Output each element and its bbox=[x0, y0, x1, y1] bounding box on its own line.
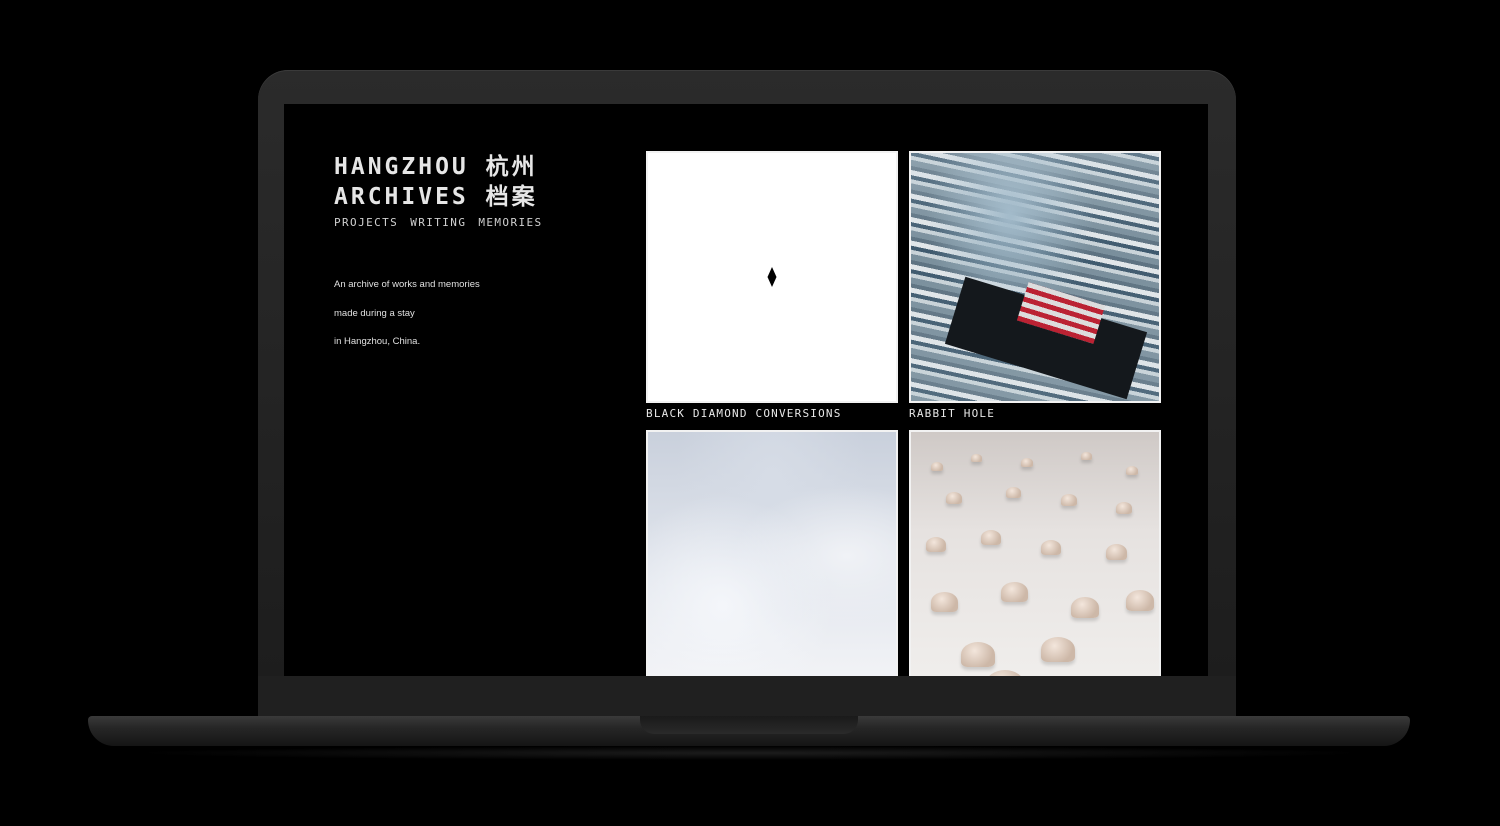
helmet-image bbox=[931, 462, 943, 471]
helmet-image bbox=[1061, 494, 1077, 506]
helmet-image bbox=[926, 537, 946, 552]
laptop-shadow bbox=[130, 746, 1370, 760]
project-card-clouds[interactable] bbox=[646, 430, 898, 676]
helmet-image bbox=[1116, 502, 1132, 514]
nav-item-memories[interactable]: MEMORIES bbox=[478, 216, 542, 229]
project-card-rabbit-hole[interactable]: RABBIT HOLE bbox=[909, 151, 1161, 420]
helmet-image bbox=[981, 530, 1001, 545]
project-thumbnail[interactable] bbox=[646, 151, 898, 403]
intro-line: An archive of works and memories bbox=[334, 279, 480, 290]
helmet-image bbox=[946, 492, 962, 504]
helmet-image bbox=[961, 642, 995, 667]
helmet-image bbox=[1041, 637, 1075, 662]
helmet-image bbox=[1021, 458, 1033, 467]
project-title[interactable]: RABBIT HOLE bbox=[909, 407, 1161, 420]
main-nav: PROJECTS WRITING MEMORIES bbox=[334, 216, 543, 229]
helmet-image bbox=[986, 670, 1024, 676]
laptop-notch bbox=[640, 716, 858, 734]
project-title[interactable]: BLACK DIAMOND CONVERSIONS bbox=[646, 407, 898, 420]
project-thumbnail[interactable] bbox=[909, 151, 1161, 403]
helmet-image bbox=[971, 454, 982, 462]
project-thumbnail[interactable] bbox=[646, 430, 898, 676]
site-title[interactable]: HANGZHOU 杭州 ARCHIVES 档案 bbox=[334, 152, 538, 212]
black-diamond-icon bbox=[767, 267, 777, 287]
helmet-image bbox=[1081, 452, 1092, 460]
nav-item-projects[interactable]: PROJECTS bbox=[334, 216, 398, 229]
helmet-image bbox=[1001, 582, 1028, 602]
site-title-line-2: ARCHIVES 档案 bbox=[334, 184, 538, 210]
laptop-screen: HANGZHOU 杭州 ARCHIVES 档案 PROJECTS WRITING… bbox=[284, 104, 1208, 676]
project-card-helmets[interactable] bbox=[909, 430, 1161, 676]
project-thumbnail[interactable] bbox=[909, 430, 1161, 676]
helmet-image bbox=[1041, 540, 1061, 555]
intro-text: An archive of works and memories made du… bbox=[334, 280, 480, 366]
project-card-black-diamond[interactable]: BLACK DIAMOND CONVERSIONS bbox=[646, 151, 898, 420]
laptop-bezel bbox=[258, 676, 1236, 720]
helmet-image bbox=[1106, 544, 1127, 560]
helmet-image bbox=[1071, 597, 1099, 618]
helmet-image bbox=[931, 592, 958, 612]
helmet-image bbox=[1126, 590, 1154, 611]
helmet-image bbox=[1126, 466, 1138, 475]
stage: HANGZHOU 杭州 ARCHIVES 档案 PROJECTS WRITING… bbox=[0, 0, 1500, 826]
site-title-line-1: HANGZHOU 杭州 bbox=[334, 154, 538, 180]
intro-line: made during a stay bbox=[334, 307, 415, 319]
intro-line: in Hangzhou, China. bbox=[334, 336, 421, 347]
helmet-image bbox=[1006, 487, 1021, 498]
nav-item-writing[interactable]: WRITING bbox=[410, 216, 466, 229]
